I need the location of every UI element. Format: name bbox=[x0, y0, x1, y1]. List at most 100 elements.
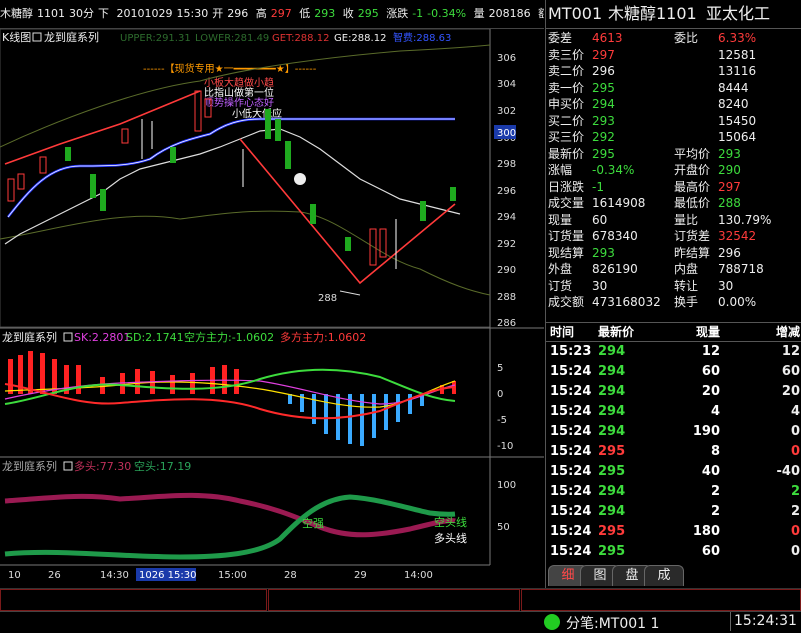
quote-row: 成交额 473168032 换手 0.00% bbox=[546, 294, 801, 311]
change-label: 涨跌 bbox=[386, 7, 409, 20]
sub2-kongtou: 空头:17.19 bbox=[134, 459, 191, 473]
svg-text:286: 286 bbox=[497, 318, 516, 329]
svg-text:10: 10 bbox=[8, 570, 21, 581]
low-value: 293 bbox=[314, 7, 336, 20]
quote-value-2: 788718 bbox=[718, 262, 764, 276]
quote-label: 买二价 bbox=[548, 113, 585, 128]
tick-rows: 15:23 294 12 12 15:24 294 60 60 15:24 294 20 20 15:2… bbox=[546, 342, 801, 562]
tick-header-chg: 增减 bbox=[775, 325, 800, 339]
change-pct: -0.34% bbox=[427, 7, 467, 20]
blue-ma-line-core bbox=[7, 118, 455, 218]
sub1-collapse-icon[interactable] bbox=[63, 332, 73, 342]
quote-value-2: 30 bbox=[718, 278, 734, 293]
open-value: 296 bbox=[227, 7, 249, 20]
tick-row[interactable]: 15:24 295 8 0 bbox=[546, 442, 801, 462]
series-name: 龙到庭系列 bbox=[44, 30, 99, 44]
tick-row[interactable]: 15:24 294 4 4 bbox=[546, 402, 801, 422]
high-value: 297 bbox=[270, 7, 292, 20]
tab-trades[interactable]: 成 bbox=[644, 565, 684, 586]
tick-row[interactable]: 15:24 294 20 20 bbox=[546, 382, 801, 402]
sub2-collapse-icon[interactable] bbox=[63, 461, 73, 471]
price-tag-text: 300 bbox=[497, 128, 516, 139]
quote-value: 60 bbox=[592, 212, 608, 227]
lower-band bbox=[0, 210, 491, 296]
quote-value: 297 bbox=[592, 47, 615, 62]
quote-value: 1614908 bbox=[592, 196, 646, 210]
tick-list[interactable]: 时间 最新价 现量 增减 15:23 294 12 12 15:24 294 60 60 15:… bbox=[546, 322, 801, 562]
tick-time: 15:23 bbox=[550, 344, 592, 359]
sub1-series: 龙到庭系列 bbox=[2, 330, 57, 344]
main-y-axis: 306 304 302 300 298 296 294 292 290 288 … bbox=[497, 53, 516, 329]
tick-row[interactable]: 15:24 294 2 2 bbox=[546, 502, 801, 522]
blue-ma-line bbox=[7, 117, 455, 218]
quote-row: 最新价 295 平均价 293 bbox=[546, 146, 801, 163]
svg-text:288: 288 bbox=[497, 292, 516, 303]
tick-row[interactable]: 15:24 294 2 2 bbox=[546, 482, 801, 502]
tick-change: 0 bbox=[790, 444, 800, 459]
chart-area[interactable]: K线图 龙到庭系列 UPPER:291.31 LOWER:281.49 GET:… bbox=[0, 28, 544, 581]
tick-row[interactable]: 15:23 294 12 12 bbox=[546, 342, 801, 362]
svg-text:50: 50 bbox=[497, 522, 510, 533]
svg-text:28: 28 bbox=[284, 570, 297, 581]
tick-time: 15:24 bbox=[550, 444, 592, 459]
panel-tabs[interactable]: 细 图 盘 成 bbox=[546, 565, 801, 586]
status-slot-2 bbox=[268, 589, 520, 611]
tick-price: 294 bbox=[598, 344, 626, 359]
quote-label: 外盘 bbox=[548, 262, 573, 276]
bar-time: 15:30 bbox=[176, 7, 209, 20]
collapse-icon[interactable] bbox=[32, 32, 42, 42]
quote-value: 292 bbox=[592, 130, 615, 144]
tick-volume: 2 bbox=[710, 504, 720, 519]
quote-value: 4613 bbox=[592, 31, 623, 45]
tick-price: 294 bbox=[598, 424, 626, 439]
quote-value-2: 8444 bbox=[718, 80, 749, 95]
status-slot-1 bbox=[0, 589, 267, 611]
tick-price: 295 bbox=[598, 544, 626, 559]
quote-title: MT001 木糖醇1101 亚太化工 bbox=[546, 0, 801, 29]
svg-text:294: 294 bbox=[497, 212, 516, 223]
kline-chart-svg[interactable]: K线图 龙到庭系列 UPPER:291.31 LOWER:281.49 GET:… bbox=[0, 28, 544, 588]
quote-value-2: 288 bbox=[718, 196, 741, 210]
status-bar: 分笔:MT001 1 15:24:31 bbox=[0, 588, 801, 632]
svg-text:304: 304 bbox=[497, 79, 516, 90]
quote-label: 现量 bbox=[548, 212, 573, 227]
quote-label: 成交量 bbox=[548, 196, 585, 210]
quote-row: 申买价 294 8240 bbox=[546, 96, 801, 113]
label-duotouxian: 多头线 bbox=[434, 531, 467, 545]
sub1-sk: SK:2.2801 bbox=[74, 331, 130, 344]
tick-row[interactable]: 15:24 295 180 0 bbox=[546, 522, 801, 542]
quote-label: 订货 bbox=[548, 278, 573, 293]
upper-value: UPPER:291.31 bbox=[120, 33, 191, 44]
tick-row[interactable]: 15:24 295 60 0 bbox=[546, 542, 801, 562]
quote-name: 木糖醇1101 bbox=[608, 4, 697, 23]
tick-time: 15:24 bbox=[550, 504, 592, 519]
quote-value-2: 297 bbox=[718, 179, 741, 194]
tick-row[interactable]: 15:24 294 190 0 bbox=[546, 422, 801, 442]
main-panel-title: K线图 bbox=[2, 30, 31, 44]
svg-text:290: 290 bbox=[497, 265, 516, 276]
clock: 15:24:31 bbox=[734, 613, 797, 629]
tick-header-price: 最新价 bbox=[598, 325, 635, 339]
fenbi-label: 分笔:MT001 1 bbox=[566, 616, 660, 632]
svg-text:296: 296 bbox=[497, 186, 516, 197]
tick-change: 4 bbox=[790, 404, 800, 419]
tick-time: 15:24 bbox=[550, 404, 592, 419]
status-divider bbox=[730, 612, 731, 631]
period: 30分 bbox=[69, 7, 94, 20]
svg-text:306: 306 bbox=[497, 53, 516, 64]
quote-value-2: 8240 bbox=[718, 97, 749, 111]
quote-value: 296 bbox=[592, 64, 615, 78]
tick-price: 295 bbox=[598, 464, 626, 479]
tick-volume: 4 bbox=[710, 404, 720, 419]
quote-row: 订货量 678340 订货差 32542 bbox=[546, 228, 801, 245]
quote-value: 294 bbox=[592, 97, 615, 111]
quote-label-2: 量比 bbox=[674, 212, 699, 227]
tick-time: 15:24 bbox=[550, 364, 592, 379]
tick-row[interactable]: 15:24 294 60 60 bbox=[546, 362, 801, 382]
tick-row[interactable]: 15:24 295 40 -40 bbox=[546, 462, 801, 482]
quote-row: 外盘 826190 内盘 788718 bbox=[546, 261, 801, 278]
tick-volume: 60 bbox=[701, 544, 720, 559]
contract-code: 1101 bbox=[37, 7, 65, 20]
x-axis-labels: 10 26 14:30 1026 15:30 15:00 28 29 14:00 bbox=[8, 568, 433, 581]
sub1-duo: 多方主力:1.0602 bbox=[280, 330, 366, 344]
